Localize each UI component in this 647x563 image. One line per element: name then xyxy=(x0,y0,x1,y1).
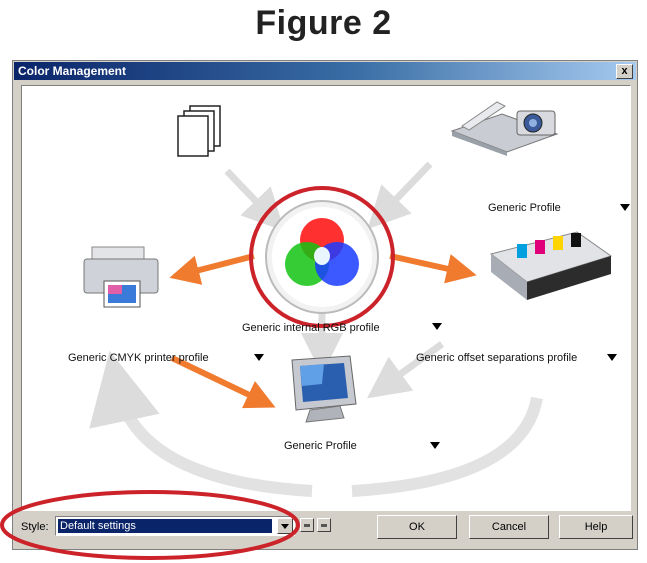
internal-profile-dropdown[interactable] xyxy=(432,323,442,330)
window-title: Color Management xyxy=(18,64,127,78)
color-flow-diagram: Generic internal RGB profile Generic Pro… xyxy=(21,85,631,511)
monitor-profile-dropdown[interactable] xyxy=(430,442,440,449)
help-button[interactable]: Help xyxy=(559,515,633,539)
documents-icon[interactable] xyxy=(172,104,228,164)
scanner-camera-icon[interactable] xyxy=(447,96,562,156)
arrow-center-printer xyxy=(169,253,255,285)
arrow-printer-monitor xyxy=(170,355,276,409)
style-highlight-ellipse xyxy=(0,490,300,560)
figure-title: Figure 2 xyxy=(255,4,392,42)
offset-press-icon[interactable] xyxy=(487,226,615,306)
internal-profile-label: Generic internal RGB profile xyxy=(242,322,380,334)
scanner-profile-label: Generic Profile xyxy=(488,202,561,214)
printer-icon[interactable] xyxy=(82,241,164,311)
arrow-press-monitor xyxy=(366,341,445,399)
monitor-icon[interactable] xyxy=(284,354,360,424)
ok-button[interactable]: OK xyxy=(377,515,457,539)
monitor-profile-label: Generic Profile xyxy=(284,440,357,452)
cancel-button[interactable]: Cancel xyxy=(469,515,549,539)
press-profile-label: Generic offset separations profile xyxy=(416,352,578,364)
loop-arc-right xyxy=(351,396,543,497)
loop-arc-left xyxy=(89,350,313,497)
color-management-dialog: Color Management x Generic internal RGB … xyxy=(12,60,638,550)
internal-highlight-circle xyxy=(249,186,395,328)
scanner-profile-dropdown[interactable] xyxy=(620,204,630,211)
arrow-center-press xyxy=(389,253,477,284)
title-bar: Color Management x xyxy=(14,62,636,80)
printer-profile-label: Generic CMYK printer profile xyxy=(68,352,209,364)
close-button[interactable]: x xyxy=(616,64,633,79)
printer-profile-dropdown[interactable] xyxy=(254,354,264,361)
press-profile-dropdown[interactable] xyxy=(607,354,617,361)
